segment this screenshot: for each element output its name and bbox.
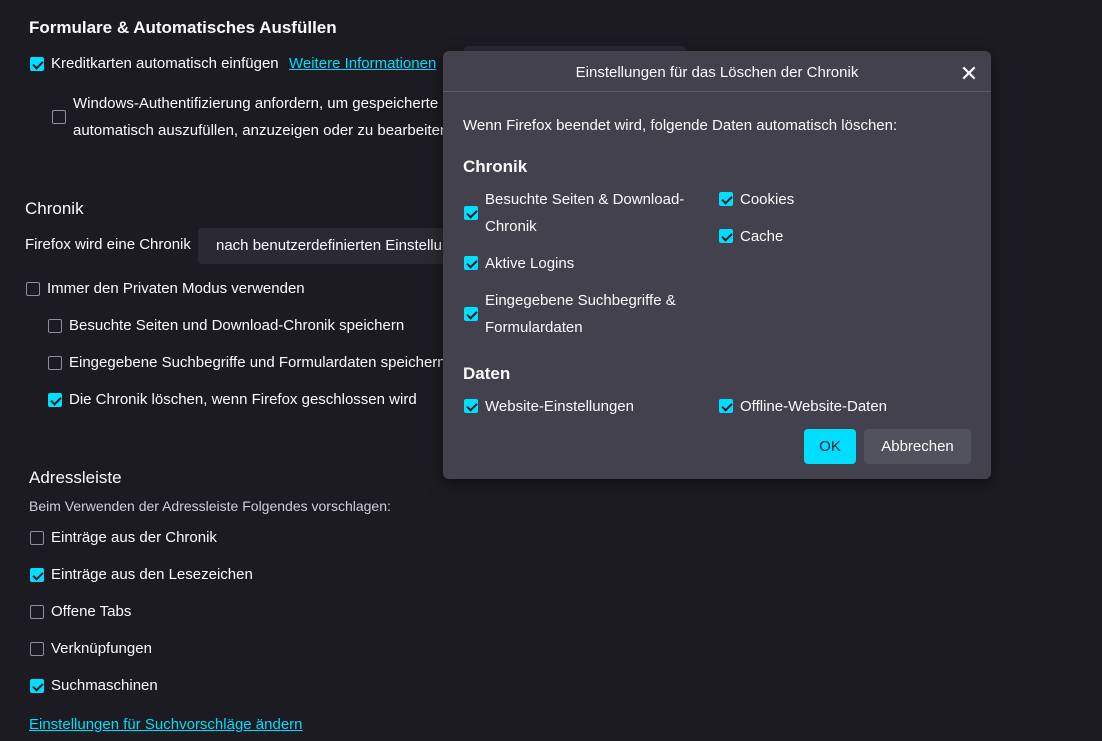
cookies-label: Cookies	[740, 191, 795, 208]
active-logins-label: Aktive Logins	[485, 255, 575, 272]
visited-pages-checkbox[interactable]	[464, 206, 478, 220]
private-mode-checkbox[interactable]	[26, 282, 40, 296]
shortcuts-label: Verknüpfungen	[51, 640, 152, 657]
save-search-checkbox[interactable]	[48, 356, 62, 370]
site-settings-label: Website-Einstellungen	[485, 398, 634, 415]
cache-checkbox[interactable]	[719, 229, 733, 243]
save-visited-label: Besuchte Seiten und Download-Chronik spe…	[69, 317, 405, 334]
addressbar-subheading: Beim Verwenden der Adressleiste Folgende…	[29, 498, 391, 514]
windows-auth-label-1: Windows-Authentifizierung anfordern, um …	[73, 95, 439, 112]
search-form-data-checkbox[interactable]	[464, 307, 478, 321]
close-icon[interactable]: ✕	[956, 61, 982, 87]
open-tabs-checkbox[interactable]	[30, 605, 44, 619]
offline-data-checkbox[interactable]	[719, 399, 733, 413]
windows-auth-label-2: automatisch auszufüllen, anzuzeigen oder…	[73, 122, 449, 139]
open-tabs-label: Offene Tabs	[51, 603, 132, 620]
history-mode-label: Firefox wird eine Chronik	[25, 236, 191, 253]
visited-pages-label-2: Chronik	[485, 218, 537, 235]
history-mode-select[interactable]: nach benutzerdefinierten Einstellungen a…	[198, 228, 458, 264]
private-mode-label: Immer den Privaten Modus verwenden	[47, 280, 305, 297]
ok-button[interactable]: OK	[804, 429, 856, 464]
windows-auth-checkbox[interactable]	[52, 110, 66, 124]
clear-history-settings-dialog: Einstellungen für das Löschen der Chroni…	[443, 51, 991, 479]
forms-heading: Formulare & Automatisches Ausfüllen	[29, 18, 337, 37]
clear-on-close-label: Die Chronik löschen, wenn Firefox geschl…	[69, 391, 417, 408]
offline-data-label: Offline-Website-Daten	[740, 398, 888, 415]
cancel-button[interactable]: Abbrechen	[864, 429, 971, 464]
dialog-divider	[443, 91, 991, 92]
save-search-label: Eingegebene Suchbegriffe und Formulardat…	[69, 354, 446, 371]
save-visited-checkbox[interactable]	[48, 319, 62, 333]
cache-label: Cache	[740, 228, 784, 245]
search-engines-label: Suchmaschinen	[51, 677, 158, 694]
visited-pages-label-1: Besuchte Seiten & Download-	[485, 191, 685, 208]
history-heading: Chronik	[25, 199, 84, 218]
dialog-title: Einstellungen für das Löschen der Chroni…	[575, 64, 859, 81]
bookmark-entries-checkbox[interactable]	[30, 568, 44, 582]
search-form-data-label-2: Formulardaten	[485, 319, 583, 336]
history-entries-checkbox[interactable]	[30, 531, 44, 545]
search-suggestions-link[interactable]: Einstellungen für Suchvorschläge ändern	[29, 716, 303, 733]
search-form-data-label-1: Eingegebene Suchbegriffe &	[485, 292, 676, 309]
credit-cards-checkbox[interactable]	[30, 57, 44, 71]
more-info-link[interactable]: Weitere Informationen	[289, 55, 436, 72]
credit-cards-label: Kreditkarten automatisch einfügen	[51, 55, 279, 72]
dialog-intro: Wenn Firefox beendet wird, folgende Date…	[463, 117, 898, 134]
bookmark-entries-label: Einträge aus den Lesezeichen	[51, 566, 253, 583]
dialog-chronik-heading: Chronik	[463, 157, 528, 176]
shortcuts-checkbox[interactable]	[30, 642, 44, 656]
clear-on-close-checkbox[interactable]	[48, 393, 62, 407]
cookies-checkbox[interactable]	[719, 192, 733, 206]
addressbar-heading: Adressleiste	[29, 468, 122, 487]
search-engines-checkbox[interactable]	[30, 679, 44, 693]
site-settings-checkbox[interactable]	[464, 399, 478, 413]
active-logins-checkbox[interactable]	[464, 256, 478, 270]
history-entries-label: Einträge aus der Chronik	[51, 529, 217, 546]
dialog-daten-heading: Daten	[463, 364, 511, 383]
